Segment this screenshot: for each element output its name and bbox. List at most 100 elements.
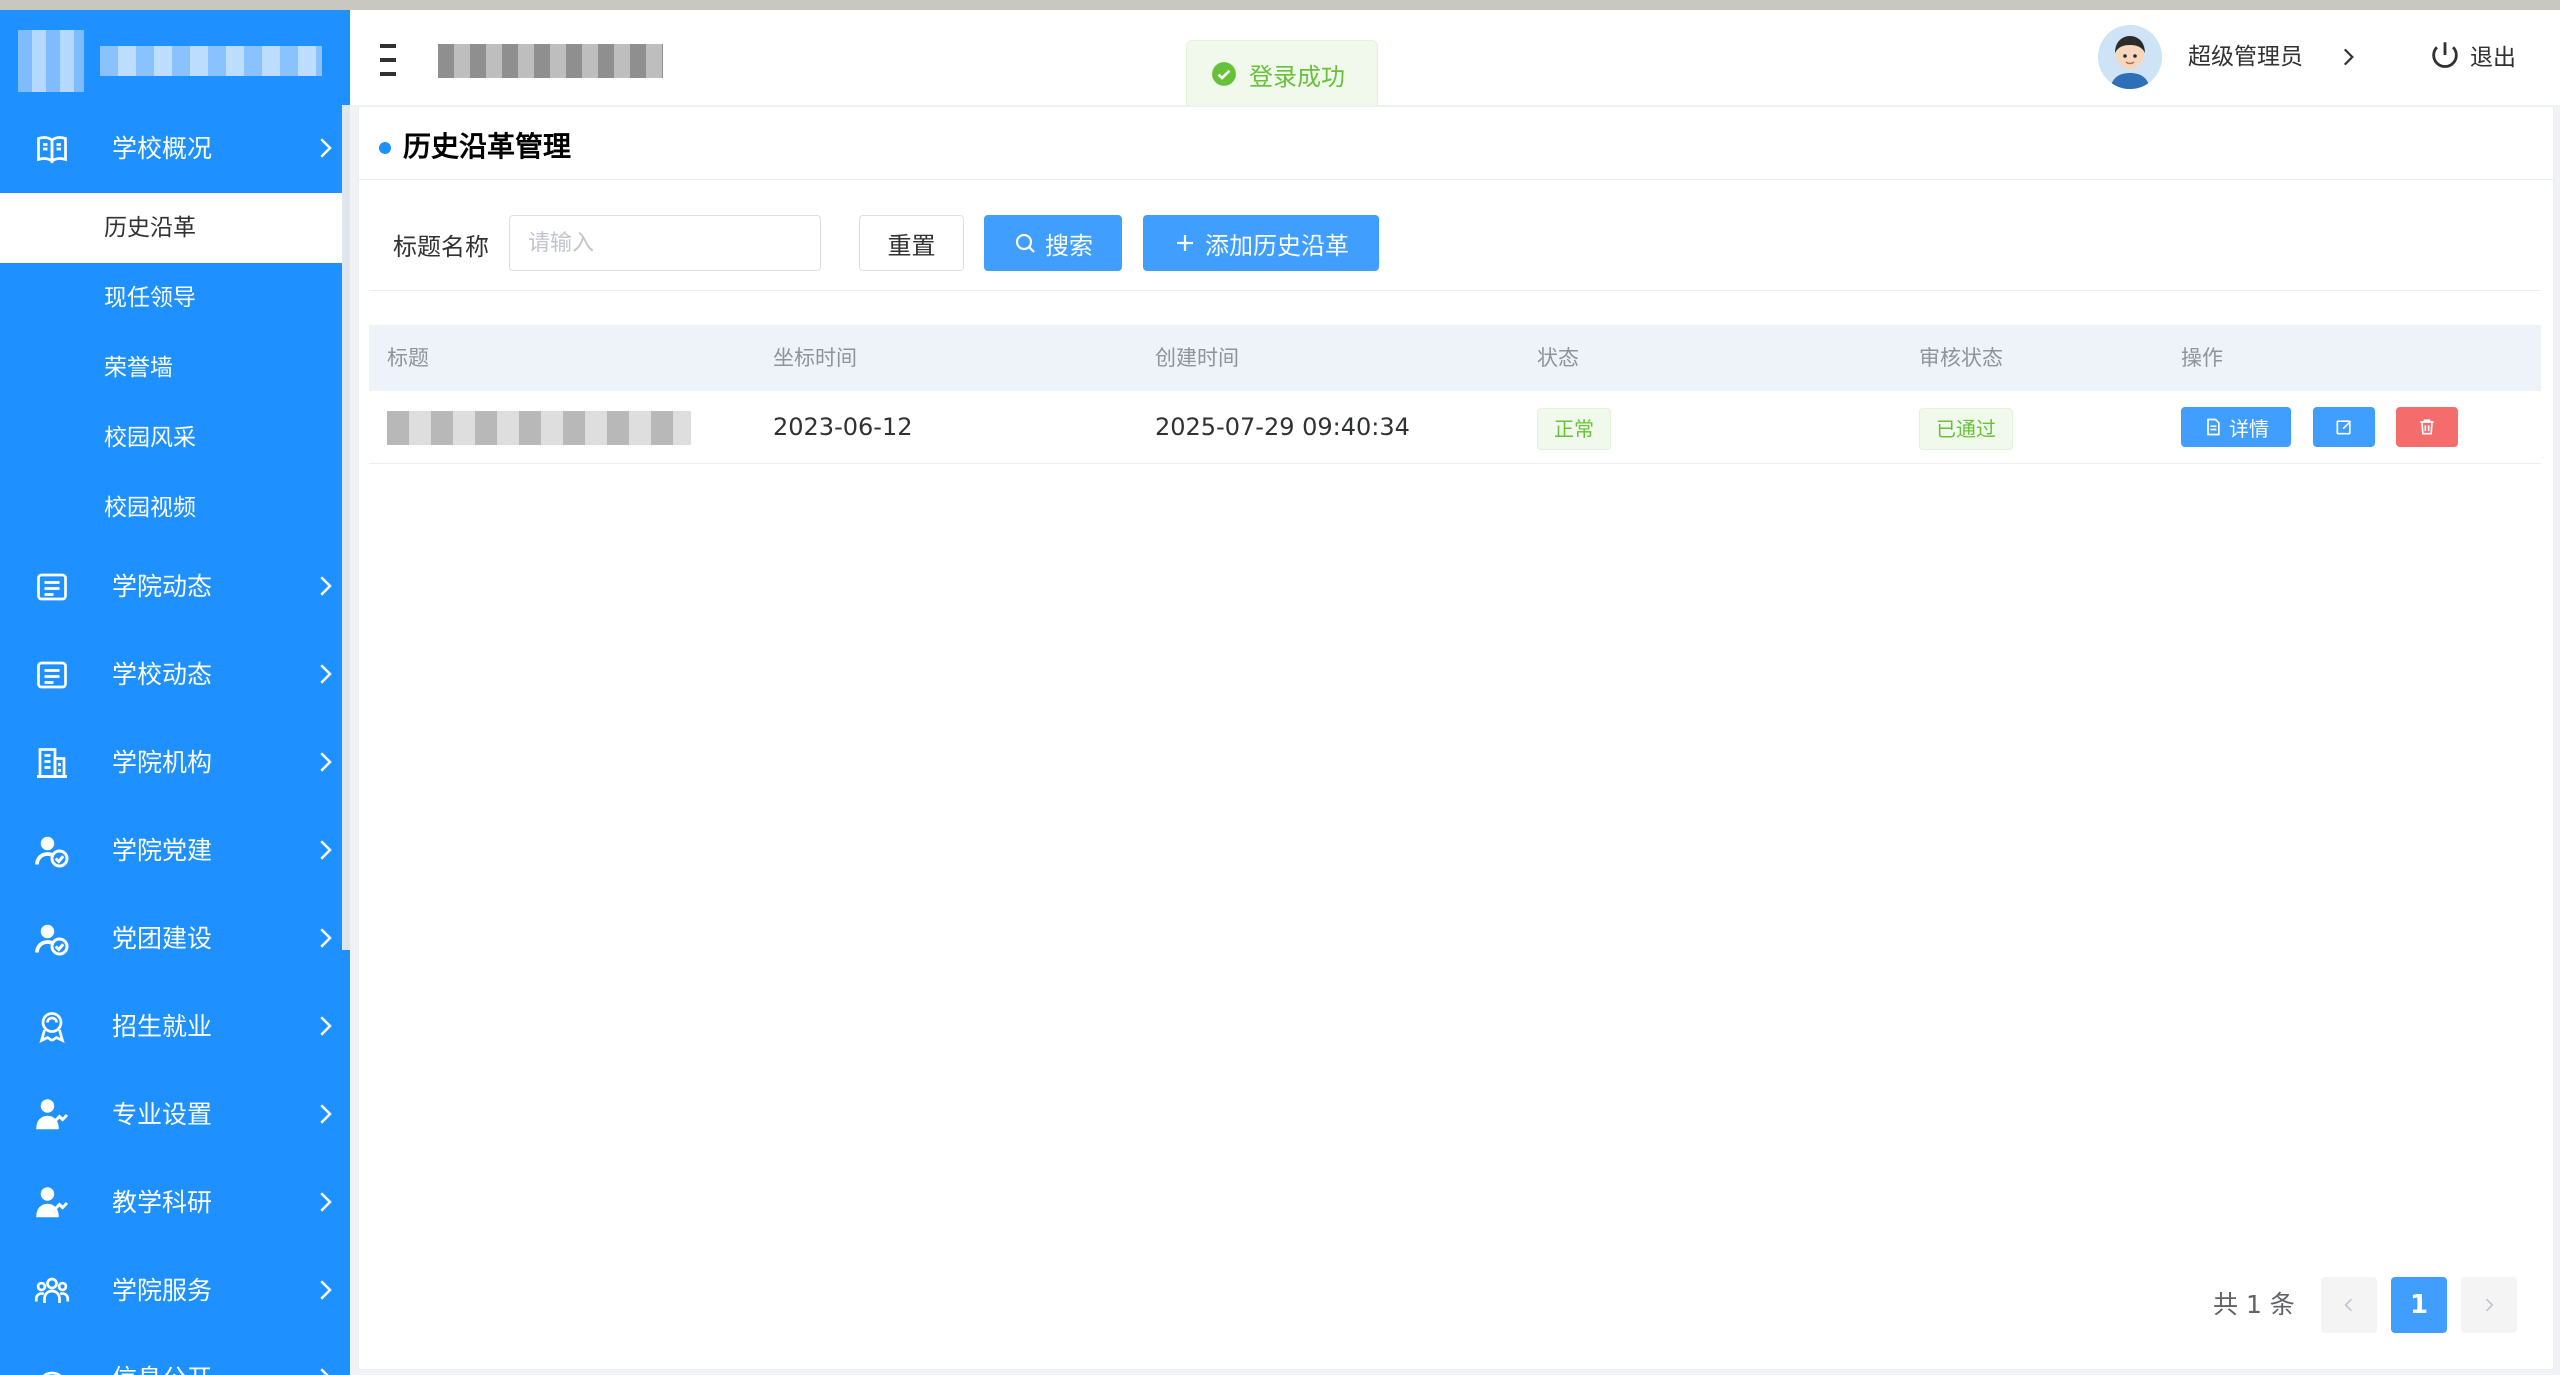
username[interactable]: 超级管理员 <box>2188 40 2303 74</box>
sidebar-item-label: 招生就业 <box>112 1012 213 1041</box>
sidebar-item-label: 学院机构 <box>112 748 213 777</box>
status-badge: 正常 <box>1537 408 1611 450</box>
logo-text-blurred <box>100 46 322 76</box>
chevron-right-icon <box>2485 1298 2494 1312</box>
sidebar-item-label: 学院党建 <box>112 836 213 865</box>
edit-button[interactable] <box>2313 407 2375 447</box>
title-search-input[interactable] <box>509 215 821 271</box>
check-circle-icon <box>1212 62 1236 86</box>
sidebar-subitem-label: 现任领导 <box>104 285 196 311</box>
chevron-right-icon <box>320 138 332 158</box>
sidebar-subitem-label: 校园风采 <box>104 425 196 451</box>
sidebar-item-school-overview[interactable]: 学校概况 <box>0 105 342 193</box>
edit-icon <box>2336 420 2352 435</box>
column-header-created-at: 创建时间 <box>1155 346 1239 370</box>
user-tie-icon <box>36 1187 69 1218</box>
sidebar-item-major-settings[interactable]: 专业设置 <box>0 1071 342 1159</box>
sidebar-subitem-history[interactable]: 历史沿革 <box>0 193 342 263</box>
logout-button[interactable]: 退出 <box>2428 38 2516 72</box>
next-page-button[interactable] <box>2461 1277 2517 1333</box>
page-title: 历史沿革管理 <box>379 127 571 167</box>
detail-label: 详情 <box>2229 416 2269 441</box>
sidebar-item-label: 专业设置 <box>112 1100 213 1129</box>
pagination: 共 1 条 1 <box>359 1277 2553 1333</box>
sidebar-subitem-campus-video[interactable]: 校园视频 <box>0 473 342 543</box>
document-icon <box>2207 418 2220 436</box>
toast-message: 登录成功 <box>1249 62 1345 91</box>
login-success-toast: 登录成功 <box>1186 40 1378 108</box>
sidebar-item-college-party[interactable]: 学院党建 <box>0 807 342 895</box>
chevron-right-icon[interactable] <box>2335 44 2361 70</box>
reset-label: 重置 <box>887 231 936 260</box>
divider <box>359 179 2553 180</box>
sidebar-item-label: 学院动态 <box>112 572 213 601</box>
sidebar-subitem-leaders[interactable]: 现任领导 <box>0 263 342 333</box>
sidebar-item-school-news[interactable]: 学校动态 <box>0 631 342 719</box>
sidebar-subitem-label: 荣誉墙 <box>104 355 173 381</box>
column-header-review-status: 审核状态 <box>1919 346 2003 370</box>
book-icon <box>37 136 67 164</box>
sidebar-item-party-building[interactable]: 党团建设 <box>0 895 342 983</box>
user-check-icon <box>35 924 69 956</box>
logo <box>0 10 350 105</box>
trash-icon <box>2420 419 2434 435</box>
cell-coord-time: 2023-06-12 <box>773 413 913 441</box>
chevron-right-icon <box>320 1280 332 1300</box>
sidebar-subitem-honor-wall[interactable]: 荣誉墙 <box>0 333 342 403</box>
main-content-card: 历史沿革管理 标题名称 重置 搜索 添加历史沿革 标题 坐标时间 创建时间 状态… <box>358 106 2554 1370</box>
news-icon <box>37 661 67 689</box>
top-header: 超级管理员 退出 <box>350 10 2560 105</box>
detail-button[interactable]: 详情 <box>2181 407 2291 447</box>
pagination-total: 共 1 条 <box>2213 1290 2295 1319</box>
browser-top-strip <box>0 0 2560 10</box>
page-number-button[interactable]: 1 <box>2391 1277 2447 1333</box>
prev-page-button[interactable] <box>2321 1277 2377 1333</box>
sidebar-item-label: 学校概况 <box>112 134 213 163</box>
avatar-face-icon <box>2098 25 2162 89</box>
sidebar-item-college-news[interactable]: 学院动态 <box>0 543 342 631</box>
sidebar-scrollbar[interactable] <box>342 105 350 950</box>
chevron-right-icon <box>320 928 332 948</box>
gauge-icon <box>42 1371 62 1375</box>
sidebar-item-college-org[interactable]: 学院机构 <box>0 719 342 807</box>
user-check-icon <box>35 836 69 868</box>
logo-image <box>18 30 84 92</box>
sidebar-item-label: 教学科研 <box>112 1188 213 1217</box>
add-label: 添加历史沿革 <box>1205 231 1349 260</box>
chevron-right-icon <box>320 664 332 684</box>
search-button[interactable]: 搜索 <box>984 215 1122 271</box>
delete-button[interactable] <box>2396 407 2458 447</box>
chevron-right-icon <box>320 576 332 596</box>
sidebar-item-label: 学院服务 <box>112 1276 213 1305</box>
cell-created-at: 2025-07-29 09:40:34 <box>1155 413 1410 441</box>
row-title-blurred <box>387 411 691 445</box>
sidebar-item-label: 学校动态 <box>112 660 213 689</box>
logout-label: 退出 <box>2470 45 2516 71</box>
group-icon <box>34 1277 70 1303</box>
add-history-button[interactable]: 添加历史沿革 <box>1143 215 1379 271</box>
user-tie-icon <box>36 1099 69 1130</box>
sidebar-item-info-disclosure[interactable]: 信息公开 <box>0 1335 342 1375</box>
reset-button[interactable]: 重置 <box>859 215 964 271</box>
divider <box>369 290 2541 291</box>
building-icon <box>37 748 67 778</box>
chevron-right-icon <box>320 1016 332 1036</box>
graduate-icon <box>39 1012 65 1044</box>
chevron-left-icon <box>2344 1298 2353 1312</box>
plus-icon <box>1177 235 1193 251</box>
news-icon <box>37 573 67 601</box>
sidebar-subitem-campus-style[interactable]: 校园风采 <box>0 403 342 473</box>
chevron-right-icon <box>320 1104 332 1124</box>
review-status-badge: 已通过 <box>1919 408 2013 450</box>
sidebar-item-teaching-research[interactable]: 教学科研 <box>0 1159 342 1247</box>
sidebar: 学校概况 历史沿革 现任领导 荣誉墙 校园风采 校园视频 学院动态 学校动态 学… <box>0 10 350 1375</box>
avatar[interactable] <box>2098 25 2162 89</box>
sidebar-item-admission-employment[interactable]: 招生就业 <box>0 983 342 1071</box>
sidebar-item-college-services[interactable]: 学院服务 <box>0 1247 342 1335</box>
sidebar-item-label: 党团建设 <box>112 924 213 953</box>
menu-toggle-icon[interactable] <box>378 38 398 82</box>
filter-label: 标题名称 <box>393 233 489 261</box>
search-label: 搜索 <box>1045 231 1093 260</box>
breadcrumb-blurred <box>438 44 663 78</box>
sidebar-menu: 学校概况 历史沿革 现任领导 荣誉墙 校园风采 校园视频 学院动态 学校动态 学… <box>0 105 342 1375</box>
